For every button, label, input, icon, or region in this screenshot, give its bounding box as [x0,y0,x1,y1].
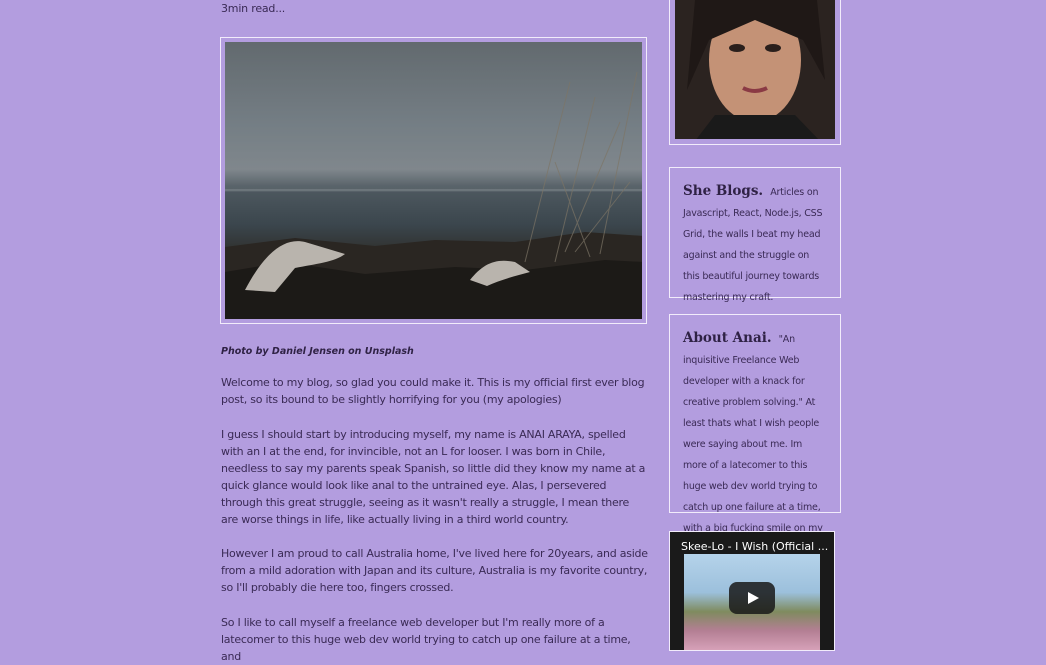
about-text: "An inquisitive Freelance Web developer … [683,334,823,555]
play-icon[interactable] [729,582,775,614]
hero-image-frame [220,37,647,324]
about-widget: About Anai. "An inquisitive Freelance We… [669,314,841,555]
post-paragraph-4: So I like to call myself a freelance web… [221,616,631,663]
she-blogs-text: Articles on Javascript, React, Node.js, … [683,187,823,303]
video-title[interactable]: Skee-Lo - I Wish (Official ... [681,540,828,553]
photo-caption: Photo by Daniel Jensen on Unsplash [221,346,414,357]
about-heading: About Anai. [683,330,772,346]
post-paragraph-1: Welcome to my blog, so glad you could ma… [221,376,645,406]
profile-photo [675,0,835,139]
she-blogs-heading: She Blogs. [683,183,764,199]
post-paragraph-2: I guess I should start by introducing my… [221,428,646,526]
profile-photo-box [669,0,841,145]
she-blogs-widget: She Blogs. Articles on Javascript, React… [669,167,841,303]
youtube-video-embed[interactable]: Skee-Lo - I Wish (Official ... [669,531,835,651]
post-paragraph-3: However I am proud to call Australia hom… [221,547,648,594]
hero-image [225,42,642,319]
read-time: 3min read... [221,2,286,15]
